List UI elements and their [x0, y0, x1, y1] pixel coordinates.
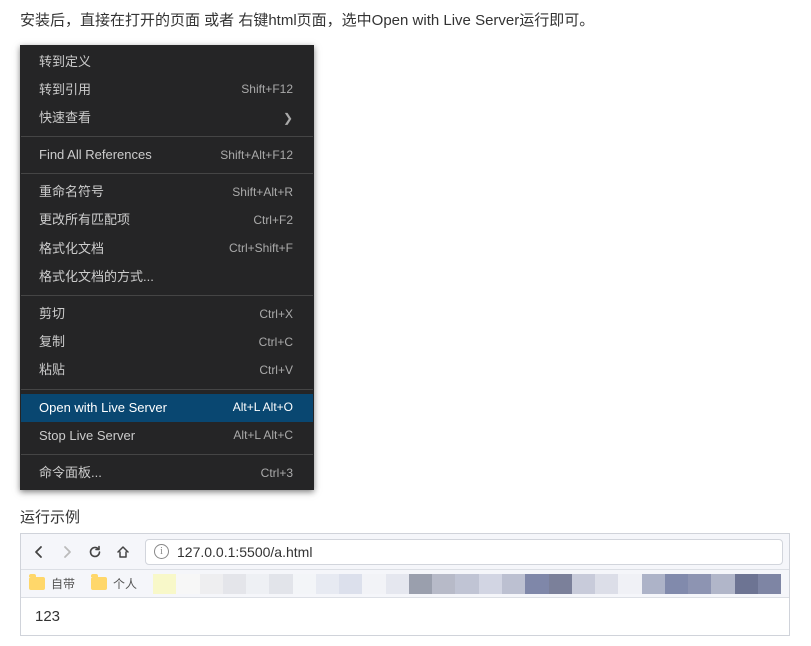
blur-block: [362, 574, 385, 594]
blur-block: [595, 574, 618, 594]
blur-block: [572, 574, 595, 594]
menu-item-label: 命令面板...: [39, 464, 102, 482]
menu-item[interactable]: 剪切 Ctrl+X: [21, 300, 313, 328]
blur-block: [409, 574, 432, 594]
blur-block: [502, 574, 525, 594]
blur-block: [246, 574, 269, 594]
menu-item-shortcut: Ctrl+F2: [253, 212, 293, 229]
menu-item[interactable]: 命令面板... Ctrl+3: [21, 459, 313, 487]
menu-item[interactable]: 粘贴 Ctrl+V: [21, 356, 313, 384]
browser-toolbar: i 127.0.0.1:5500/a.html: [21, 534, 789, 570]
menu-item[interactable]: 转到引用 Shift+F12: [21, 76, 313, 104]
menu-item-shortcut: Ctrl+3: [261, 465, 293, 482]
blurred-region: [153, 574, 781, 594]
menu-item-shortcut: Shift+Alt+R: [232, 184, 293, 201]
blur-block: [386, 574, 409, 594]
blur-block: [688, 574, 711, 594]
blur-block: [176, 574, 199, 594]
bookmarks-bar: 自带 个人: [21, 570, 789, 598]
address-bar[interactable]: i 127.0.0.1:5500/a.html: [145, 539, 783, 565]
page-content: 123: [35, 608, 60, 625]
menu-item[interactable]: 格式化文档 Ctrl+Shift+F: [21, 235, 313, 263]
menu-separator: [21, 136, 313, 137]
blur-block: [525, 574, 548, 594]
bookmark-item[interactable]: 个人: [113, 575, 137, 592]
menu-separator: [21, 295, 313, 296]
blur-block: [758, 574, 781, 594]
back-button[interactable]: [27, 540, 51, 564]
blur-block: [479, 574, 502, 594]
menu-item-label: 格式化文档: [39, 240, 104, 258]
blur-block: [665, 574, 688, 594]
menu-item-shortcut: Ctrl+V: [259, 362, 293, 379]
menu-item[interactable]: Open with Live Server Alt+L Alt+O: [21, 394, 313, 422]
blur-block: [549, 574, 572, 594]
blur-block: [711, 574, 734, 594]
site-info-icon[interactable]: i: [154, 544, 169, 559]
menu-item-shortcut: Shift+Alt+F12: [220, 147, 293, 164]
menu-item[interactable]: 快速查看 ❯: [21, 104, 313, 132]
blur-block: [735, 574, 758, 594]
menu-item-label: 快速查看: [39, 109, 91, 127]
menu-item-label: Find All References: [39, 146, 152, 164]
menu-item-shortcut: Ctrl+C: [259, 334, 293, 351]
bookmark-item[interactable]: 自带: [51, 575, 75, 592]
menu-separator: [21, 173, 313, 174]
page-body: 123: [21, 598, 789, 635]
blur-block: [618, 574, 641, 594]
menu-separator: [21, 454, 313, 455]
menu-item[interactable]: Find All References Shift+Alt+F12: [21, 141, 313, 169]
example-title: 运行示例: [20, 506, 791, 527]
folder-icon[interactable]: [29, 577, 45, 590]
menu-item[interactable]: 重命名符号 Shift+Alt+R: [21, 178, 313, 206]
blur-block: [642, 574, 665, 594]
blur-block: [153, 574, 176, 594]
blur-block: [293, 574, 316, 594]
menu-item-label: 转到引用: [39, 81, 91, 99]
url-text: 127.0.0.1:5500/a.html: [177, 544, 312, 560]
menu-item-label: 粘贴: [39, 361, 65, 379]
blur-block: [316, 574, 339, 594]
menu-item-shortcut: Alt+L Alt+C: [233, 427, 293, 444]
menu-item-label: 复制: [39, 333, 65, 351]
blur-block: [200, 574, 223, 594]
menu-item-shortcut: Alt+L Alt+O: [233, 399, 293, 416]
blur-block: [455, 574, 478, 594]
blur-block: [223, 574, 246, 594]
menu-item[interactable]: 更改所有匹配项 Ctrl+F2: [21, 206, 313, 234]
browser-window: i 127.0.0.1:5500/a.html 自带 个人 123: [20, 533, 790, 636]
menu-item-shortcut: Ctrl+Shift+F: [229, 240, 293, 257]
menu-item-label: 剪切: [39, 305, 65, 323]
chevron-right-icon: ❯: [283, 110, 293, 127]
menu-item[interactable]: Stop Live Server Alt+L Alt+C: [21, 422, 313, 450]
menu-item-shortcut: Ctrl+X: [259, 306, 293, 323]
menu-item[interactable]: 转到定义: [21, 48, 313, 76]
menu-item-shortcut: Shift+F12: [241, 81, 293, 98]
folder-icon[interactable]: [91, 577, 107, 590]
menu-item-label: 格式化文档的方式...: [39, 268, 154, 286]
instruction-text: 安装后，直接在打开的页面 或者 右键html页面，选中Open with Liv…: [20, 10, 791, 33]
home-button[interactable]: [111, 540, 135, 564]
context-menu: 转到定义转到引用 Shift+F12 快速查看 ❯ Find All Reference…: [20, 45, 314, 491]
menu-item[interactable]: 复制 Ctrl+C: [21, 328, 313, 356]
menu-item[interactable]: 格式化文档的方式...: [21, 263, 313, 291]
menu-item-label: Open with Live Server: [39, 399, 167, 417]
forward-button[interactable]: [55, 540, 79, 564]
blur-block: [339, 574, 362, 594]
reload-button[interactable]: [83, 540, 107, 564]
blur-block: [269, 574, 292, 594]
menu-item-label: Stop Live Server: [39, 427, 135, 445]
menu-item-label: 转到定义: [39, 53, 91, 71]
menu-item-label: 重命名符号: [39, 183, 104, 201]
blur-block: [432, 574, 455, 594]
menu-separator: [21, 389, 313, 390]
menu-item-label: 更改所有匹配项: [39, 211, 130, 229]
